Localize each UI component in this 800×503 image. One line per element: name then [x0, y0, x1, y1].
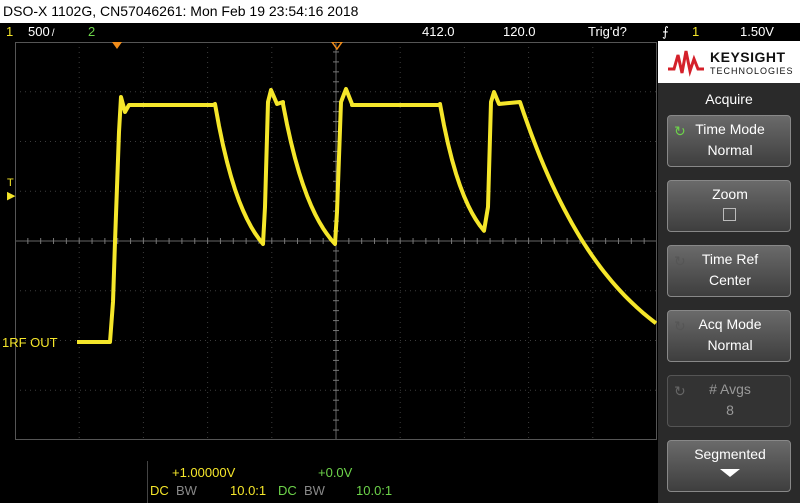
time-ref-softkey[interactable]: ↻ Time Ref Center: [667, 245, 791, 297]
softkey-value: Normal: [707, 142, 753, 158]
softkey-value: 8: [726, 402, 734, 418]
ch1-scale-unit: /: [49, 28, 55, 39]
zoom-checkbox: [723, 208, 736, 221]
softkey-panel: KEYSIGHT TECHNOLOGIES Acquire ↻ Time Mod…: [658, 41, 800, 503]
ch2-number[interactable]: 2: [88, 23, 95, 41]
ch1-scale[interactable]: 500 /: [28, 23, 54, 43]
zoom-softkey[interactable]: Zoom: [667, 180, 791, 232]
window-title: DSO-X 1102G, CN57046261: Mon Feb 19 23:5…: [0, 0, 800, 23]
avgs-softkey: ↻ # Avgs 8: [667, 375, 791, 427]
trigger-level[interactable]: 1.50V: [740, 23, 774, 41]
channel-info-bar: +1.00000V +0.0V DC BW 10.0:1 DC BW 10.0:…: [0, 461, 658, 503]
trigger-state: Trig'd?: [588, 24, 627, 39]
ch2-offset[interactable]: +0.0V: [318, 465, 352, 480]
ch1-coupling: DC: [150, 483, 169, 498]
status-bar: 1 500 / 2 412.0 120.0 Trig'd? ⨍ 1 1.50V: [0, 23, 800, 41]
trigger-source[interactable]: 1: [692, 23, 699, 41]
brand-subtitle: TECHNOLOGIES: [710, 66, 794, 76]
brand-name: KEYSIGHT: [710, 49, 786, 65]
ch1-probe: 10.0:1: [230, 483, 267, 498]
ch1-ground-label: RF OUT: [9, 335, 58, 350]
softkey-value: Center: [708, 272, 752, 288]
ch2-probe: 10.0:1: [356, 483, 393, 498]
time-delay[interactable]: 412.0: [422, 23, 455, 41]
trigger-level-marker: T ▶: [7, 177, 16, 202]
ch2-coupling: DC: [278, 483, 297, 498]
ch1-bandwidth-limit: BW: [176, 483, 197, 498]
down-arrow-icon: [720, 469, 740, 477]
time-mode-softkey[interactable]: ↻ Time Mode Normal: [667, 115, 791, 167]
ch1-offset[interactable]: +1.00000V: [172, 465, 235, 480]
waveform-display[interactable]: [15, 42, 657, 440]
trigger-level-marker-label: T: [7, 177, 14, 189]
softkey-label: Time Mode: [695, 121, 765, 137]
trigger-edge-icon: ⨍: [662, 24, 669, 39]
ch2-bandwidth-limit: BW: [304, 483, 325, 498]
softkey-label: Zoom: [712, 186, 748, 202]
softkey-label: Segmented: [694, 446, 766, 462]
menu-title: Acquire: [705, 91, 753, 107]
softkey-value: Normal: [707, 337, 753, 353]
time-scale[interactable]: 120.0: [503, 23, 536, 41]
segmented-softkey[interactable]: Segmented: [667, 440, 791, 492]
softkey-label: Time Ref: [701, 251, 759, 267]
ch1-scale-value: 500: [28, 24, 50, 39]
acq-mode-softkey[interactable]: ↻ Acq Mode Normal: [667, 310, 791, 362]
ch1-ground-marker: 1RF OUT: [2, 335, 58, 350]
softkey-label: # Avgs: [709, 381, 751, 397]
softkey-label: Acq Mode: [698, 316, 762, 332]
ch1-number[interactable]: 1: [6, 23, 13, 41]
keysight-wave-icon: [668, 50, 704, 77]
keysight-logo: KEYSIGHT TECHNOLOGIES: [658, 41, 800, 83]
